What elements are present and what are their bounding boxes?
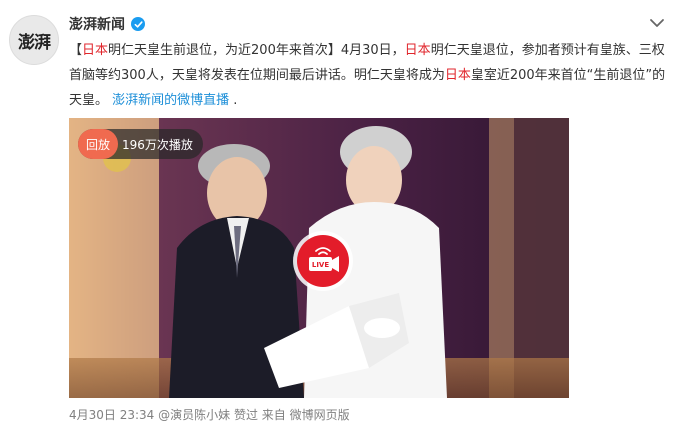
liked-by[interactable]: @演员陈小妹 赞过	[158, 408, 258, 422]
post-title: 明仁天皇生前退位，为近200年来首次】4月30日，	[108, 43, 405, 58]
post-text: 【日本明仁天皇生前退位，为近200年来首次】4月30日，日本明仁天皇退位，参加者…	[69, 38, 669, 113]
account-header: 澎湃新闻	[69, 14, 145, 34]
post-footer: 4月30日 23:34 @演员陈小妹 赞过 来自 微博网页版	[69, 406, 350, 423]
post-end: .	[229, 93, 238, 108]
source-prefix: 来自	[261, 408, 286, 422]
topic-highlight-japan[interactable]: 日本	[445, 68, 471, 83]
verified-badge-icon	[131, 17, 145, 31]
live-stream-link[interactable]: 澎湃新闻的微博直播	[112, 93, 229, 108]
replay-label: 回放	[78, 129, 119, 159]
avatar-text: 澎湃	[18, 32, 51, 53]
live-camera-icon: LIVE	[309, 247, 339, 272]
live-label: LIVE	[312, 261, 329, 269]
live-play-button[interactable]: LIVE	[297, 235, 349, 287]
post-time[interactable]: 4月30日 23:34	[69, 408, 154, 422]
video-player[interactable]: 回放 196万次播放 LIVE	[69, 118, 569, 398]
play-count: 196万次播放	[122, 137, 193, 152]
account-avatar[interactable]: 澎湃	[9, 15, 59, 65]
topic-highlight-japan[interactable]: 日本	[82, 43, 108, 58]
topic-highlight-japan[interactable]: 日本	[405, 43, 431, 58]
chevron-down-icon[interactable]	[648, 14, 666, 32]
account-name[interactable]: 澎湃新闻	[69, 14, 125, 34]
post-open-bracket: 【	[69, 43, 83, 58]
post-source[interactable]: 微博网页版	[290, 408, 350, 422]
replay-play-count-badge: 回放 196万次播放	[78, 129, 203, 159]
